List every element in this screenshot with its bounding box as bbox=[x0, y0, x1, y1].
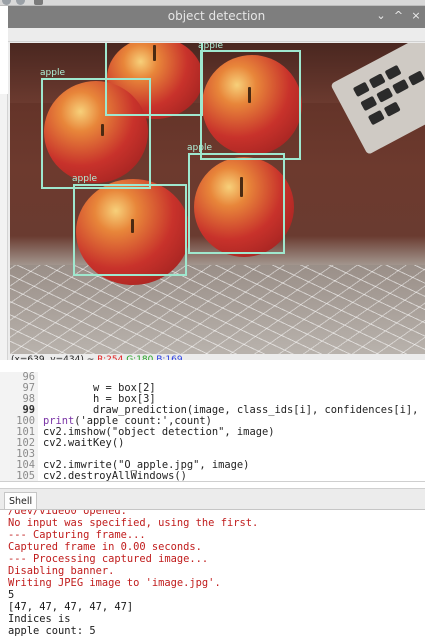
shell-line: Writing JPEG image to 'image.jpg'. bbox=[8, 577, 221, 589]
detection-box bbox=[73, 184, 187, 276]
code-line[interactable]: 99 print('apple count:',count) bbox=[0, 394, 425, 427]
window-title: object detection bbox=[167, 9, 266, 23]
shell-line: --- Capturing frame... bbox=[8, 529, 146, 541]
code-line[interactable]: 100 cv2.imshow("object detection", image… bbox=[0, 405, 425, 438]
chevron-down-icon[interactable]: ⌄ bbox=[374, 9, 388, 22]
mesh-bag bbox=[10, 265, 425, 354]
square-icon bbox=[34, 0, 43, 5]
code-line[interactable]: 97 h = box[3] bbox=[0, 372, 425, 405]
chevron-up-icon[interactable]: ^ bbox=[392, 9, 406, 22]
window-titlebar[interactable]: object detection ⌄ ^ × bbox=[8, 6, 425, 28]
shell-line: Captured frame in 0.00 seconds. bbox=[8, 541, 202, 553]
shell-line: [47, 47, 47, 47, 47] bbox=[8, 601, 134, 613]
shell-output[interactable]: /dev/video0 opened. No input was specifi… bbox=[0, 509, 425, 642]
circle-icon bbox=[2, 0, 11, 5]
code-line[interactable]: 101 cv2.waitKey() bbox=[0, 416, 425, 449]
shell-line: --- Processing captured image... bbox=[8, 553, 209, 565]
shell-line: 5 bbox=[8, 589, 15, 601]
close-icon[interactable]: × bbox=[409, 9, 423, 22]
code-line[interactable]: 98 draw_prediction(image, class_ids[i], … bbox=[0, 383, 425, 416]
detection-label: apple bbox=[187, 143, 212, 153]
shell-line: apple count: 5 bbox=[8, 625, 96, 637]
editor-divider bbox=[0, 481, 425, 482]
code-line[interactable]: 102 bbox=[0, 427, 425, 449]
circle-icon bbox=[16, 0, 25, 5]
detection-label: apple bbox=[72, 174, 97, 184]
detection-box bbox=[105, 43, 203, 116]
detection-image[interactable]: apple apple apple apple apple bbox=[10, 43, 425, 354]
detection-box bbox=[188, 153, 285, 254]
detection-label: apple bbox=[40, 68, 65, 78]
code-line[interactable]: 104 cv2.destroyAllWindows() bbox=[0, 449, 425, 482]
shell-line: Disabling banner. bbox=[8, 565, 115, 577]
shell-line: /dev/video0 opened. bbox=[8, 509, 127, 517]
opencv-window[interactable]: object detection ⌄ ^ × apple apple apple… bbox=[8, 6, 425, 366]
code-editor[interactable]: 96 w = box[2] 97 h = box[3] 98 draw_pred… bbox=[0, 360, 425, 482]
shell-line: No input was specified, using the first. bbox=[8, 517, 259, 529]
shell-tabbar: Shell bbox=[0, 488, 425, 511]
window-toolbar bbox=[8, 28, 425, 42]
detection-box bbox=[200, 50, 301, 160]
code-line[interactable]: 103 cv2.imwrite("O_apple.jpg", image) bbox=[0, 438, 425, 471]
code-line[interactable]: 96 w = box[2] bbox=[0, 361, 425, 394]
code-line[interactable]: 105 bbox=[0, 460, 425, 482]
editor-left-edge bbox=[0, 94, 8, 360]
shell-line: Indices is bbox=[8, 613, 71, 625]
